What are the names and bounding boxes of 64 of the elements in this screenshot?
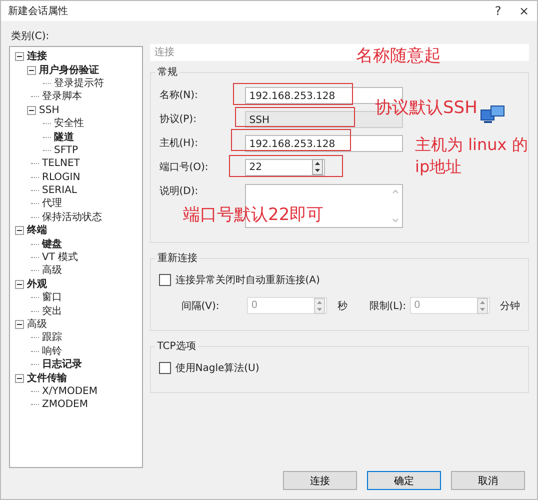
window-title: 新建会话属性 bbox=[8, 4, 68, 18]
computers-icon bbox=[480, 105, 506, 125]
tree-item[interactable]: SFTP bbox=[54, 144, 78, 157]
field-label: 主机(H): bbox=[159, 136, 199, 150]
tree-item[interactable]: 键盘 bbox=[42, 238, 62, 251]
collapse-icon[interactable] bbox=[27, 66, 36, 75]
annotation-text: 端口号默认22即可 bbox=[183, 204, 324, 226]
collapse-icon[interactable] bbox=[15, 374, 24, 383]
tree-item[interactable]: 安全性 bbox=[54, 117, 84, 130]
tree-item[interactable]: 突出 bbox=[42, 304, 62, 318]
tree-item[interactable]: 保持活动状态 bbox=[42, 210, 102, 224]
tree-item[interactable]: X/YMODEM bbox=[42, 384, 98, 398]
tree-item[interactable]: 连接 bbox=[27, 50, 47, 64]
tree-item[interactable]: 日志记录 bbox=[42, 358, 82, 372]
collapse-icon[interactable] bbox=[15, 52, 24, 62]
tree-item[interactable]: 窗口 bbox=[42, 291, 62, 304]
text-field[interactable]: 192.168.253.128 bbox=[245, 134, 404, 152]
unit-label: 秒 bbox=[337, 300, 348, 312]
tree-item[interactable]: RLOGIN bbox=[42, 170, 80, 184]
port-field[interactable]: 22 bbox=[245, 158, 326, 176]
group-title: 重新连接 bbox=[156, 252, 198, 265]
tree-item[interactable]: 登录提示符 bbox=[54, 76, 104, 90]
annotation-text: 名称随意起 bbox=[356, 45, 441, 67]
field-label: 协议(P): bbox=[159, 112, 198, 126]
tree-item[interactable]: VT 模式 bbox=[42, 251, 78, 264]
tree-item[interactable]: 登录脚本 bbox=[42, 90, 82, 104]
unit-label: 分钟 bbox=[500, 300, 520, 312]
help-button[interactable]: ? bbox=[485, 1, 511, 21]
checkbox-label: 使用Nagle算法(U) bbox=[175, 362, 260, 375]
tree-item[interactable]: SSH bbox=[39, 104, 60, 117]
close-button[interactable]: × bbox=[511, 1, 537, 21]
dialog-button[interactable]: 确定 bbox=[367, 471, 441, 490]
field-label: 限制(L): bbox=[369, 300, 406, 312]
spinner-icon[interactable] bbox=[312, 159, 324, 175]
field-label: 名称(N): bbox=[159, 89, 199, 102]
tree-item[interactable]: 用户身份验证 bbox=[39, 64, 99, 77]
collapse-icon[interactable] bbox=[15, 320, 24, 329]
dialog-button[interactable]: 连接 bbox=[283, 471, 357, 490]
checkbox[interactable] bbox=[159, 274, 172, 286]
tree-item[interactable]: 跟踪 bbox=[42, 331, 62, 344]
tree-item[interactable]: 代理 bbox=[42, 197, 62, 210]
tree-item[interactable]: 高级 bbox=[27, 318, 47, 331]
tree-item[interactable]: 隧道 bbox=[54, 130, 74, 144]
category-label: 类别(C): bbox=[11, 30, 50, 43]
tree-item[interactable]: 外观 bbox=[27, 278, 47, 291]
tree-item[interactable]: TELNET bbox=[42, 157, 80, 170]
field-label: 说明(D): bbox=[159, 185, 200, 198]
tree-item[interactable]: 高级 bbox=[42, 264, 62, 278]
tree-item[interactable]: SERIAL bbox=[42, 184, 77, 198]
tree-item[interactable]: ZMODEM bbox=[42, 398, 88, 412]
tree-item[interactable]: 文件传输 bbox=[27, 372, 67, 385]
checkbox-label: 连接异常关闭时自动重新连接(A) bbox=[175, 274, 320, 287]
collapse-icon[interactable] bbox=[27, 106, 36, 115]
collapse-icon[interactable] bbox=[15, 280, 24, 289]
dialog-button[interactable]: 取消 bbox=[451, 471, 525, 490]
group-title: 常规 bbox=[156, 66, 178, 79]
collapse-icon[interactable] bbox=[15, 226, 24, 236]
annotation-text: 主机为 linux 的 ip地址 bbox=[415, 134, 529, 178]
field-label: 端口号(O): bbox=[159, 160, 210, 174]
tree-item[interactable]: 终端 bbox=[27, 224, 47, 238]
field-label: 间隔(V): bbox=[181, 300, 220, 312]
group-title: TCP选项 bbox=[156, 340, 197, 353]
checkbox[interactable] bbox=[159, 362, 172, 374]
tree-item[interactable]: 响铃 bbox=[42, 344, 62, 358]
